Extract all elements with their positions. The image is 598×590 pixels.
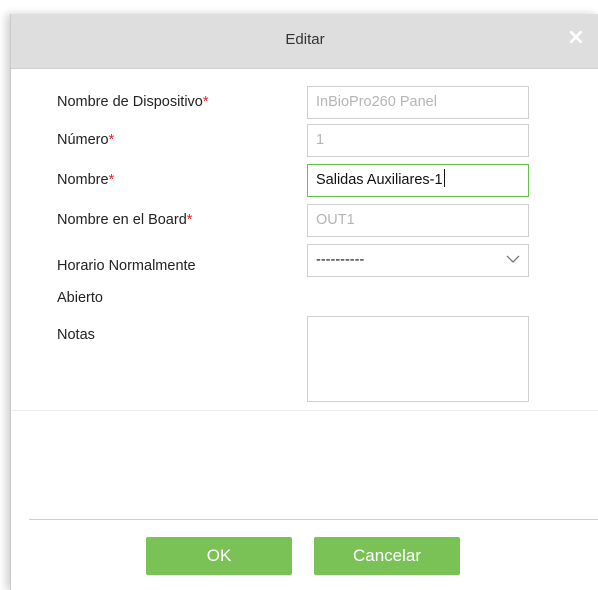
required-asterisk: * xyxy=(186,212,193,228)
chevron-down-icon xyxy=(506,255,520,263)
schedule-label: Horario Normalmente Abierto xyxy=(57,250,196,314)
schedule-select[interactable]: ---------- xyxy=(307,244,529,277)
ok-button[interactable]: OK xyxy=(146,537,292,575)
required-asterisk: * xyxy=(108,172,115,188)
required-asterisk: * xyxy=(202,94,209,110)
device-name-label: Nombre de Dispositivo* xyxy=(57,94,209,110)
edit-dialog: Editar × Nombre de Dispositivo* InBioPro… xyxy=(10,14,598,590)
text-cursor xyxy=(443,169,445,187)
schedule-label-line2: Abierto xyxy=(57,290,103,306)
number-label: Número* xyxy=(57,132,115,148)
name-input-value: Salidas Auxiliares-1 xyxy=(316,172,443,188)
name-label: Nombre* xyxy=(57,172,115,188)
footer-divider xyxy=(29,519,598,520)
schedule-label-line1: Horario Normalmente xyxy=(57,258,196,274)
number-field: 1 xyxy=(307,124,529,157)
required-asterisk: * xyxy=(108,132,115,148)
dialog-titlebar: Editar × xyxy=(11,14,598,69)
dialog-title: Editar xyxy=(285,31,325,48)
cancel-button[interactable]: Cancelar xyxy=(314,537,460,575)
board-name-field: OUT1 xyxy=(307,204,529,237)
device-name-field: InBioPro260 Panel xyxy=(307,86,529,119)
close-icon[interactable]: × xyxy=(565,27,587,49)
board-name-label: Nombre en el Board* xyxy=(57,212,193,228)
schedule-select-value: ---------- xyxy=(316,252,365,268)
notes-label: Notas xyxy=(57,327,95,343)
divider xyxy=(11,410,598,411)
notes-textarea[interactable] xyxy=(307,316,529,402)
name-input[interactable]: Salidas Auxiliares-1 xyxy=(307,164,529,197)
